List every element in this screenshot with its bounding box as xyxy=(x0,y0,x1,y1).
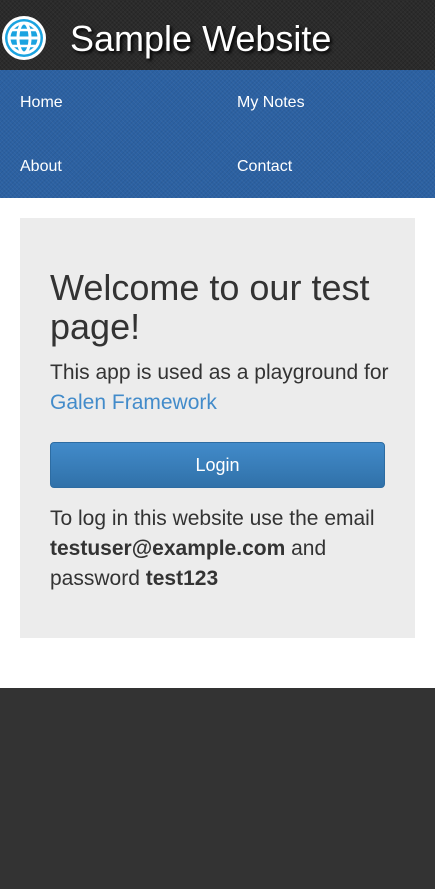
intro-text: This app is used as a playground for Gal… xyxy=(50,358,395,418)
main-nav: Home My Notes About Contact xyxy=(0,70,435,198)
site-header: Sample Website xyxy=(0,0,435,70)
login-button[interactable]: Login xyxy=(50,442,385,488)
nav-item-contact[interactable]: Contact xyxy=(237,157,292,177)
intro-text-label: This app is used as a playground for xyxy=(50,361,389,384)
welcome-heading: Welcome to our test page! xyxy=(50,267,370,347)
welcome-panel: Welcome to our test page! This app is us… xyxy=(20,218,415,638)
galen-framework-link[interactable]: Galen Framework xyxy=(50,391,217,414)
login-instructions: To log in this website use the email tes… xyxy=(50,504,395,594)
globe-icon[interactable] xyxy=(1,15,47,61)
page-footer xyxy=(0,688,435,889)
test-email: testuser@example.com xyxy=(50,537,286,560)
nav-item-my-notes[interactable]: My Notes xyxy=(237,93,305,113)
test-password: test123 xyxy=(145,567,219,590)
site-title: Sample Website xyxy=(70,18,332,59)
nav-item-about[interactable]: About xyxy=(20,157,62,177)
nav-item-home[interactable]: Home xyxy=(20,93,63,113)
instructions-prefix: To log in this website use the email xyxy=(50,507,375,530)
